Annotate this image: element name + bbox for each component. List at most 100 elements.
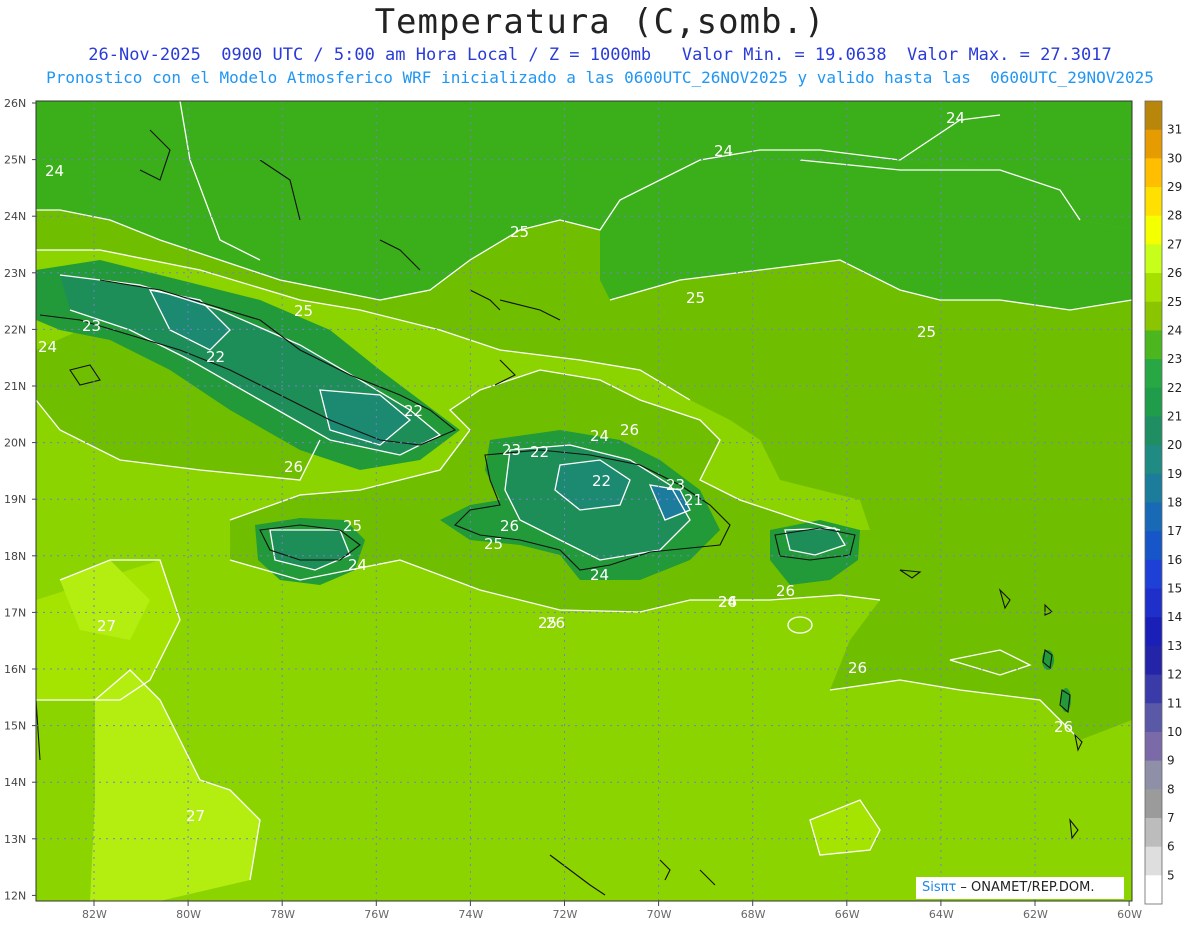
colorbar-swatch <box>1145 502 1162 532</box>
colorbar-label: 11 <box>1167 696 1182 710</box>
contour-label: 24 <box>348 556 367 574</box>
colorbar-label: 14 <box>1167 610 1182 624</box>
lat-label: 24N <box>4 210 26 223</box>
colorbar-label: 29 <box>1167 180 1182 194</box>
colorbar-swatch <box>1145 588 1162 618</box>
longitude-labels: 82W 80W 78W 76W 74W 72W 70W 68W 66W 64W 62W 60W <box>82 901 1142 921</box>
contour-label: 21 <box>684 491 703 509</box>
colorbar-swatch <box>1145 158 1162 188</box>
colorbar-label: 9 <box>1167 754 1175 768</box>
lon-label: 82W <box>82 908 107 921</box>
colorbar-label: 17 <box>1167 524 1182 538</box>
colorbar-label: 27 <box>1167 237 1182 251</box>
colorbar-swatch <box>1145 101 1162 131</box>
contour-label: 26 <box>718 593 737 611</box>
colorbar-label: 24 <box>1167 323 1182 337</box>
contour-label: 24 <box>45 162 64 180</box>
colorbar-swatch <box>1145 731 1162 762</box>
lon-label: 60W <box>1117 908 1142 921</box>
lon-label: 70W <box>647 908 672 921</box>
contour-label: 24 <box>590 427 609 445</box>
contour-label: 22 <box>592 472 611 490</box>
colorbar-label: 26 <box>1167 266 1182 280</box>
contour-label: 22 <box>530 443 549 461</box>
colorbar-label: 21 <box>1167 409 1182 423</box>
lat-label: 13N <box>4 833 26 846</box>
colorbar-label: 6 <box>1167 840 1175 854</box>
colorbar-label: 28 <box>1167 209 1182 223</box>
colorbar-label: 8 <box>1167 782 1175 796</box>
colorbar-swatch <box>1145 645 1162 676</box>
colorbar-swatch <box>1145 416 1162 446</box>
colorbar-label: 10 <box>1167 725 1182 739</box>
colorbar-swatch <box>1145 473 1162 503</box>
lon-label: 66W <box>835 908 860 921</box>
colorbar-label: 20 <box>1167 438 1182 452</box>
contour-label: 25 <box>917 323 936 341</box>
colorbar-label: 15 <box>1167 582 1182 596</box>
contour-label: 25 <box>686 289 705 307</box>
colorbar-swatch <box>1145 187 1162 217</box>
colorbar-label: 18 <box>1167 496 1182 510</box>
lon-label: 74W <box>458 908 483 921</box>
lat-label: 26N <box>4 97 26 110</box>
contour-label: 24 <box>590 566 609 584</box>
lon-label: 68W <box>741 908 766 921</box>
colorbar-swatch <box>1145 387 1162 417</box>
colorbar-swatch <box>1145 846 1162 876</box>
contour-label: 26 <box>1054 718 1073 736</box>
colorbar-swatch <box>1145 617 1162 647</box>
colorbar-label: 16 <box>1167 553 1182 567</box>
colorbar-swatch <box>1145 330 1162 360</box>
lat-label: 19N <box>4 493 26 506</box>
colorbar-swatch <box>1145 301 1162 331</box>
colorbar-swatch <box>1145 215 1162 245</box>
credit-text: – ONAMET/REP.DOM. <box>956 880 1095 895</box>
latitude-labels: 26N 25N 24N 23N 22N 21N 20N 19N 18N 17N 16N 15N 14N 1… <box>4 97 36 902</box>
colorbar-label: 30 <box>1167 151 1182 165</box>
credit-box: Sisπτ – ONAMET/REP.DOM. <box>916 877 1124 899</box>
colorbar-swatch <box>1145 359 1162 389</box>
colorbar: 31 30 29 28 27 26 25 24 23 22 21 20 19 18 17 16 15 14 13 12… <box>1144 100 1182 905</box>
temperature-map: 2424242525252523242222262223222426232125… <box>4 97 1182 921</box>
lat-label: 16N <box>4 663 26 676</box>
contour-label: 25 <box>343 517 362 535</box>
lat-label: 15N <box>4 720 26 733</box>
colorbar-label: 5 <box>1167 868 1175 882</box>
contour-label: 22 <box>206 348 225 366</box>
contour-label: 23 <box>666 476 685 494</box>
colorbar-swatch <box>1145 445 1162 475</box>
colorbar-label: 25 <box>1167 295 1182 309</box>
contour-label: 25 <box>484 535 503 553</box>
contour-label: 23 <box>502 441 521 459</box>
contour-label: 24 <box>714 142 733 160</box>
lon-label: 76W <box>364 908 389 921</box>
colorbar-label: 31 <box>1167 123 1182 137</box>
colorbar-label: 19 <box>1167 467 1182 481</box>
lat-label: 21N <box>4 380 26 393</box>
contour-label: 23 <box>82 317 101 335</box>
lat-label: 20N <box>4 437 26 450</box>
colorbar-swatch <box>1145 273 1162 303</box>
colorbar-swatch <box>1145 703 1162 733</box>
colorbar-label: 7 <box>1167 811 1175 825</box>
lat-label: 22N <box>4 323 26 336</box>
lon-label: 78W <box>270 908 295 921</box>
lat-label: 17N <box>4 606 26 619</box>
colorbar-label: 22 <box>1167 381 1182 395</box>
colorbar-swatch <box>1145 789 1162 819</box>
lon-label: 72W <box>553 908 578 921</box>
contour-label: 22 <box>404 402 423 420</box>
colorbar-swatch <box>1145 531 1162 561</box>
brand-label: Sisπτ <box>922 880 957 895</box>
contour-label: 27 <box>97 617 116 635</box>
contour-label: 26 <box>284 458 303 476</box>
contour-label: 26 <box>620 421 639 439</box>
contour-label: 24 <box>946 109 965 127</box>
colorbar-swatch <box>1145 559 1162 590</box>
colorbar-label: 13 <box>1167 639 1182 653</box>
colorbar-swatch <box>1145 760 1162 790</box>
temperature-field <box>36 101 1132 901</box>
contour-label: 26 <box>500 517 519 535</box>
lat-label: 23N <box>4 267 26 280</box>
